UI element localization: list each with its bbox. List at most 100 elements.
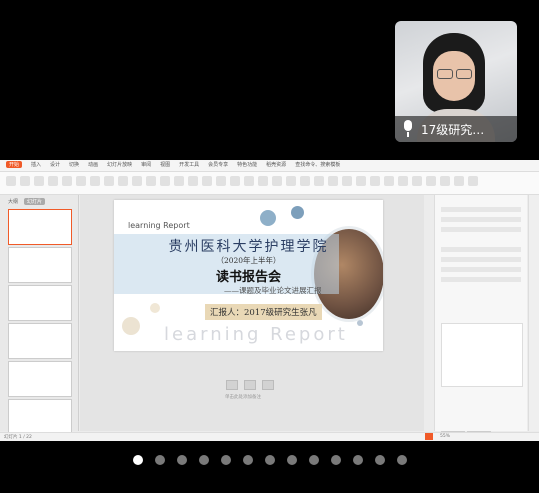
toolbar-button[interactable]	[286, 176, 296, 186]
zoom-level[interactable]: 55%	[440, 434, 450, 439]
toolbar-button[interactable]	[132, 176, 142, 186]
toolbar-button[interactable]	[216, 176, 226, 186]
toolbar-button[interactable]	[20, 176, 30, 186]
decor-circle	[291, 206, 304, 219]
toolbar-button[interactable]	[230, 176, 240, 186]
carousel-dot[interactable]	[352, 455, 363, 465]
slide-watermark-text: learning Report	[164, 324, 348, 345]
slide-thumbnail[interactable]	[8, 361, 72, 397]
toolbar-button[interactable]	[314, 176, 324, 186]
slideshow-play-button[interactable]	[425, 433, 433, 440]
shared-screen: 开始 插入 设计 切换 动画 幻灯片放映 审阅 视图 开发工具 会员专享 特色功能 稻壳资源 查找命令、…	[0, 160, 539, 441]
ribbon-tab[interactable]: 特色功能	[237, 161, 257, 168]
toolbar-button[interactable]	[468, 176, 478, 186]
carousel-dot[interactable]	[374, 455, 385, 465]
toolbar-button[interactable]	[454, 176, 464, 186]
panel-field[interactable]	[441, 257, 521, 262]
carousel-dot[interactable]	[198, 455, 209, 465]
carousel-dot[interactable]	[264, 455, 275, 465]
slide-thumbnail[interactable]	[8, 285, 72, 321]
sidebar-tabs: 大纲 幻灯片	[8, 198, 46, 205]
toolbar-button[interactable]	[384, 176, 394, 186]
tab-slides[interactable]: 幻灯片	[24, 198, 46, 205]
carousel-dot[interactable]	[286, 455, 297, 465]
toolbar-button[interactable]	[160, 176, 170, 186]
notes-placeholder[interactable]: 单击此处添加备注	[225, 394, 261, 400]
ribbon-tab[interactable]: 幻灯片放映	[107, 161, 132, 168]
toolbar-button[interactable]	[426, 176, 436, 186]
toolbar-button[interactable]	[300, 176, 310, 186]
toolbar-button[interactable]	[202, 176, 212, 186]
microphone-icon[interactable]	[403, 120, 413, 138]
ribbon-tab[interactable]: 查找命令、搜索模板	[295, 161, 340, 168]
participant-name: 17级研究…	[421, 122, 485, 137]
toolbar-button[interactable]	[34, 176, 44, 186]
ribbon-tab[interactable]: 稻壳资源	[266, 161, 286, 168]
carousel-dot[interactable]	[176, 455, 187, 465]
participant-video-tile[interactable]: 17级研究…	[395, 21, 517, 142]
carousel-dot[interactable]	[154, 455, 165, 465]
status-bar: 幻灯片 1 / 22 55%	[0, 432, 539, 441]
ribbon-tabs: 开始 插入 设计 切换 动画 幻灯片放映 审阅 视图 开发工具 会员专享 特色功能 稻壳资源 查找命令、…	[6, 161, 340, 168]
ribbon-tab[interactable]: 视图	[160, 161, 170, 168]
carousel-dot[interactable]	[330, 455, 341, 465]
layout-icon[interactable]	[226, 380, 238, 390]
slide-thumbnail[interactable]	[8, 209, 72, 245]
layout-icon[interactable]	[262, 380, 274, 390]
toolbar-button[interactable]	[62, 176, 72, 186]
toolbar-button[interactable]	[48, 176, 58, 186]
participant-name-bar: 17级研究…	[395, 116, 517, 142]
ribbon-tab[interactable]: 切换	[69, 161, 79, 168]
panel-field[interactable]	[441, 277, 521, 282]
toolbar-button[interactable]	[76, 176, 86, 186]
ribbon-tab[interactable]: 审阅	[141, 161, 151, 168]
toolbar-button[interactable]	[90, 176, 100, 186]
toolbar-button[interactable]	[440, 176, 450, 186]
slide-thumbnail[interactable]	[8, 399, 72, 435]
toolbar-button[interactable]	[272, 176, 282, 186]
layout-icon[interactable]	[244, 380, 256, 390]
ribbon-tab[interactable]: 插入	[31, 161, 41, 168]
carousel-dot[interactable]	[396, 455, 407, 465]
toolbar-button[interactable]	[118, 176, 128, 186]
toolbar-button[interactable]	[412, 176, 422, 186]
current-slide[interactable]: learning Report 贵州医科大学护理学院 （2020年上半年） 读书…	[114, 200, 383, 351]
ribbon-tab[interactable]: 动画	[88, 161, 98, 168]
carousel-dot[interactable]	[132, 455, 143, 465]
toolbar-button[interactable]	[174, 176, 184, 186]
panel-field[interactable]	[441, 267, 521, 272]
carousel-dot[interactable]	[220, 455, 231, 465]
panel-field[interactable]	[441, 227, 521, 232]
toolbar-button[interactable]	[6, 176, 16, 186]
ribbon-tab[interactable]: 开始	[6, 161, 23, 168]
decor-circle	[260, 210, 276, 226]
slide-thumbnail[interactable]	[8, 247, 72, 283]
toolbar-button[interactable]	[342, 176, 352, 186]
slide-subtitle: ——课题及毕业论文进展汇报	[224, 286, 322, 295]
panel-field[interactable]	[441, 247, 521, 252]
glasses-right	[456, 69, 472, 79]
tab-outline[interactable]: 大纲	[8, 198, 18, 205]
ribbon-toolbar	[0, 172, 539, 195]
toolbar-button[interactable]	[258, 176, 268, 186]
toolbar-button[interactable]	[104, 176, 114, 186]
ribbon-tab[interactable]: 会员专享	[208, 161, 228, 168]
glasses-left	[437, 69, 453, 79]
toolbar-button[interactable]	[188, 176, 198, 186]
decor-circle	[357, 320, 363, 326]
toolbar-button[interactable]	[328, 176, 338, 186]
ribbon-tab[interactable]: 开发工具	[179, 161, 199, 168]
slide-thumbnail[interactable]	[8, 323, 72, 359]
toolbar-button[interactable]	[244, 176, 254, 186]
ribbon-tab[interactable]: 设计	[50, 161, 60, 168]
panel-field[interactable]	[441, 207, 521, 212]
toolbar-button[interactable]	[356, 176, 366, 186]
toolbar-button[interactable]	[398, 176, 408, 186]
toolbar-button[interactable]	[146, 176, 156, 186]
carousel-indicator	[0, 455, 539, 465]
carousel-dot[interactable]	[308, 455, 319, 465]
panel-field[interactable]	[441, 217, 521, 222]
slide-thumbnails-panel: 大纲 幻灯片	[0, 195, 79, 435]
toolbar-button[interactable]	[370, 176, 380, 186]
carousel-dot[interactable]	[242, 455, 253, 465]
